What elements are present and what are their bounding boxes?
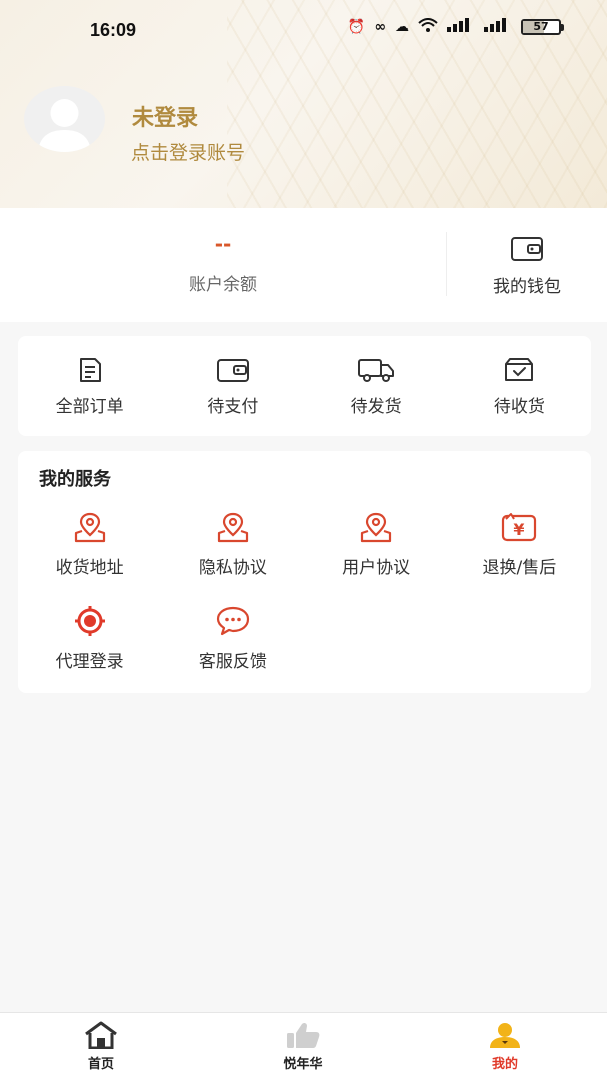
service-agent-login-button[interactable]: 代理登录 bbox=[18, 605, 161, 672]
wallet-icon bbox=[511, 237, 543, 261]
status-bar: 16:09 ⏰ ∞ ☁ 57 bbox=[0, 0, 607, 60]
nav-label: 我的 bbox=[491, 1057, 518, 1072]
nav-label: 首页 bbox=[87, 1057, 114, 1072]
services-title: 我的服务 bbox=[39, 469, 111, 490]
document-icon bbox=[79, 358, 101, 382]
order-all-button[interactable]: 全部订单 bbox=[18, 336, 161, 417]
bottom-nav: 首页 悦年华 我的 bbox=[0, 1012, 607, 1080]
wallet-button[interactable]: 我的钱包 bbox=[447, 230, 607, 302]
wallet-label: 我的钱包 bbox=[493, 277, 561, 297]
service-label: 收货地址 bbox=[55, 558, 124, 578]
service-user-agreement-button[interactable]: 用户协议 bbox=[305, 511, 448, 578]
wallet-icon bbox=[216, 359, 249, 382]
battery-indicator: 57 bbox=[521, 19, 564, 35]
refund-icon: ¥ bbox=[502, 513, 537, 542]
login-status-title[interactable]: 未登录 bbox=[132, 100, 198, 132]
nav-mine[interactable]: 我的 bbox=[404, 1013, 606, 1080]
map-pin-icon bbox=[361, 512, 392, 543]
service-address-button[interactable]: 收货地址 bbox=[18, 511, 161, 578]
order-label: 待发货 bbox=[350, 397, 402, 417]
balance-value[interactable]: -- bbox=[0, 232, 446, 256]
order-pending-payment-button[interactable]: 待支付 bbox=[161, 336, 304, 417]
profile-header: 16:09 ⏰ ∞ ☁ 57 未登录 点击登录账号 bbox=[0, 0, 607, 208]
login-link[interactable]: 点击登录账号 bbox=[131, 138, 245, 165]
nav-home[interactable]: 首页 bbox=[0, 1013, 202, 1080]
nav-yuenianhua[interactable]: 悦年华 bbox=[202, 1013, 404, 1080]
default-avatar-icon bbox=[38, 99, 91, 152]
chat-icon bbox=[216, 606, 249, 636]
sync-icon: ∞ bbox=[374, 19, 386, 35]
service-label: 隐私协议 bbox=[198, 558, 267, 578]
person-icon bbox=[490, 1023, 520, 1048]
service-feedback-button[interactable]: 客服反馈 bbox=[161, 605, 304, 672]
status-icons: ⏰ ∞ ☁ 57 bbox=[347, 18, 564, 36]
order-label: 全部订单 bbox=[55, 397, 124, 417]
map-pin-icon bbox=[74, 512, 105, 543]
hd-cloud-icon: ☁ bbox=[395, 19, 409, 35]
status-time: 16:09 bbox=[90, 20, 137, 40]
orders-card: 全部订单 待支付 待发货 待收货 bbox=[18, 336, 591, 436]
nav-label: 悦年华 bbox=[283, 1057, 323, 1072]
balance-label[interactable]: 账户余额 bbox=[0, 270, 446, 295]
thumbs-up-icon bbox=[287, 1022, 320, 1048]
service-label: 代理登录 bbox=[55, 652, 124, 672]
signal-icon bbox=[484, 18, 512, 36]
order-label: 待支付 bbox=[207, 397, 259, 417]
signal-icon bbox=[447, 18, 475, 36]
alarm-icon: ⏰ bbox=[347, 19, 366, 35]
services-card: 我的服务 收货地址 隐私协议 用户协议 ¥ 退换/售后 代理登录 客服反馈 bbox=[18, 451, 591, 693]
box-check-icon bbox=[505, 358, 534, 381]
avatar[interactable] bbox=[24, 86, 105, 152]
order-pending-receipt-button[interactable]: 待收货 bbox=[448, 336, 591, 417]
service-privacy-button[interactable]: 隐私协议 bbox=[161, 511, 304, 578]
target-icon bbox=[74, 606, 105, 636]
service-refund-button[interactable]: ¥ 退换/售后 bbox=[448, 511, 591, 578]
service-label: 用户协议 bbox=[342, 558, 411, 578]
service-label: 退换/售后 bbox=[482, 558, 557, 578]
order-label: 待收货 bbox=[493, 397, 545, 417]
order-pending-shipment-button[interactable]: 待发货 bbox=[305, 336, 448, 417]
wifi-icon bbox=[418, 18, 438, 36]
svg-text:¥: ¥ bbox=[514, 520, 525, 539]
truck-icon bbox=[358, 359, 395, 382]
map-pin-icon bbox=[217, 512, 248, 543]
service-label: 客服反馈 bbox=[198, 652, 267, 672]
home-icon bbox=[85, 1021, 117, 1049]
